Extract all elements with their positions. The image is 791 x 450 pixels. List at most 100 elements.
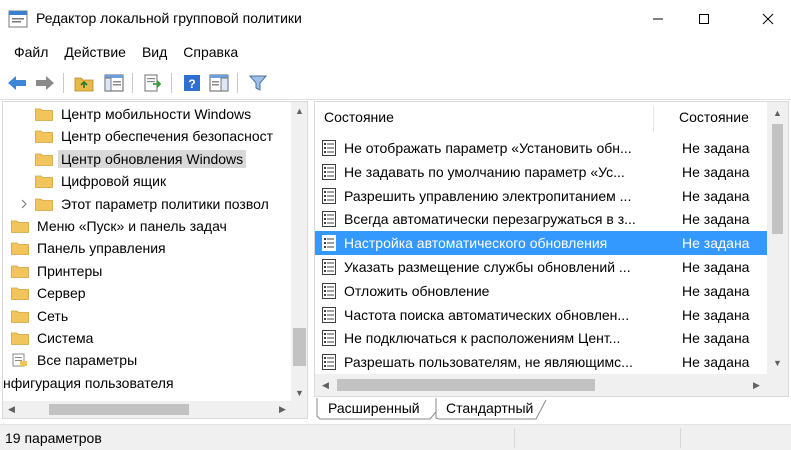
tree-item-label: Система	[37, 330, 94, 346]
policy-name: Всегда автоматически перезагружаться в з…	[344, 211, 636, 228]
scroll-down-arrow-icon[interactable]: ▼	[291, 384, 307, 401]
tree-item-label: Сервер	[37, 285, 86, 302]
tree-vertical-scrollbar[interactable]: ▲ ▼	[291, 102, 307, 401]
scroll-up-arrow-icon[interactable]: ▲	[291, 102, 307, 119]
menu-view[interactable]: Вид	[134, 38, 175, 66]
tree-item[interactable]: Этот параметр политики позвол	[21, 193, 269, 215]
policy-row[interactable]: Указать размещение службы обновлений ...…	[315, 255, 767, 279]
tree-item[interactable]: Цифровой ящик	[35, 170, 166, 192]
list-horizontal-scrollbar[interactable]: ◀ ▶	[315, 374, 767, 396]
policy-row[interactable]: Всегда автоматически перезагружаться в з…	[315, 207, 767, 231]
scroll-right-arrow-icon[interactable]: ▶	[274, 401, 291, 418]
scroll-thumb[interactable]	[293, 328, 306, 366]
close-button[interactable]	[745, 0, 791, 38]
status-text: 19 параметров	[5, 430, 102, 446]
folder-icon	[35, 108, 53, 121]
policy-state: Не задана	[682, 330, 750, 347]
tree-item[interactable]: Принтеры	[11, 260, 102, 282]
policy-setting-icon	[322, 259, 336, 275]
policy-setting-icon	[322, 282, 336, 299]
help-button[interactable]: ?	[180, 71, 204, 95]
status-separator	[680, 428, 681, 448]
policy-state: Не задана	[682, 354, 750, 371]
tree-item[interactable]: Центр обновления Windows	[35, 148, 247, 170]
folder-icon	[35, 198, 53, 211]
help-icon: ?	[184, 75, 200, 91]
menu-file[interactable]: Файл	[6, 38, 56, 66]
folder-icon	[11, 332, 29, 345]
tree-horizontal-scrollbar[interactable]: ◀ ▶	[3, 401, 291, 418]
tree-pane[interactable]: Центр мобильности Windows Центр обеспечен…	[2, 101, 308, 419]
policy-setting-icon	[322, 140, 336, 156]
tab-standard[interactable]: Стандартный	[440, 398, 539, 419]
tree-item[interactable]: Все параметры	[11, 349, 137, 371]
column-separator[interactable]	[653, 106, 654, 132]
policy-row[interactable]: Отложить обновление Не задана	[315, 279, 767, 303]
scroll-left-arrow-icon[interactable]: ◀	[317, 377, 334, 394]
policy-state: Не задана	[682, 259, 750, 275]
policy-row[interactable]: Не задавать по умолчанию параметр «Ус...…	[315, 160, 767, 184]
tree-item[interactable]: Панель управления	[11, 237, 166, 259]
scroll-thumb[interactable]	[772, 124, 783, 234]
forward-arrow-icon	[36, 76, 54, 90]
policy-row[interactable]: Разрешить управлению электропитанием ...…	[315, 184, 767, 208]
folder-icon	[11, 287, 29, 301]
minimize-button[interactable]	[635, 0, 681, 38]
chevron-right-icon[interactable]	[19, 198, 29, 210]
scroll-up-arrow-icon[interactable]: ▲	[769, 104, 786, 121]
menu-help[interactable]: Справка	[175, 38, 246, 66]
maximize-button[interactable]	[681, 0, 727, 38]
window-title: Редактор локальной групповой политики	[36, 10, 302, 26]
policy-row[interactable]: Частота поиска автоматических обновлен..…	[315, 303, 767, 327]
filter-icon	[249, 75, 267, 91]
policy-row[interactable]: Настройка автоматического обновления Не з…	[315, 231, 767, 256]
status-bar: 19 параметров	[0, 424, 791, 450]
policy-name: Разрешать пользователям, не являющимс...	[344, 354, 633, 371]
filter-button[interactable]	[246, 71, 270, 95]
tree-item-label: Центр обеспечения безопасност	[61, 128, 274, 145]
policy-setting-icon	[322, 163, 336, 180]
tree-item[interactable]: Меню «Пуск» и панель задач	[11, 215, 227, 237]
column-header-setting[interactable]: Состояние	[315, 102, 653, 132]
policy-state: Не задана	[682, 140, 750, 156]
show-hide-tree-button[interactable]	[102, 71, 126, 95]
tree-item[interactable]: Центр обеспечения безопасност	[35, 125, 273, 147]
scroll-thumb[interactable]	[49, 404, 189, 415]
scroll-thumb[interactable]	[337, 379, 595, 391]
folder-icon	[11, 242, 29, 256]
column-header-state[interactable]: Состояние	[670, 102, 770, 132]
tree-item[interactable]: Центр мобильности Windows	[35, 103, 251, 125]
properties-pane-button[interactable]	[207, 71, 231, 95]
tree-item-label: Цифровой ящик	[61, 173, 167, 190]
back-button[interactable]	[5, 71, 29, 95]
tree-item-label: Сеть	[37, 307, 69, 324]
list-vertical-scrollbar[interactable]: ▲ ▼	[767, 102, 788, 374]
policy-state: Не задана	[682, 235, 750, 252]
tree-item-label: Все параметры	[37, 352, 138, 369]
tree-item-label: Этот параметр политики позвол	[61, 195, 269, 212]
policy-row[interactable]: Не подключаться к расположениям Цент... Н…	[315, 326, 767, 350]
tree-item[interactable]: Сеть	[11, 305, 68, 327]
policy-state: Не задана	[682, 187, 750, 204]
folder-icon	[11, 265, 29, 278]
export-list-icon	[144, 74, 162, 92]
export-list-button[interactable]	[141, 71, 165, 95]
scroll-left-arrow-icon[interactable]: ◀	[3, 401, 20, 418]
maximize-icon	[699, 14, 709, 24]
policy-name: Частота поиска автоматических обновлен..…	[344, 306, 630, 323]
policy-list-pane[interactable]: Состояние Состояние Не отображать параме…	[314, 101, 789, 397]
up-folder-button[interactable]	[72, 71, 96, 95]
status-separator	[514, 428, 515, 448]
tab-extended[interactable]: Расширенный	[322, 398, 426, 419]
tree-item[interactable]: Система	[11, 327, 93, 349]
policy-row[interactable]: Не отображать параметр «Установить обн..…	[315, 136, 767, 160]
policy-setting-icon	[322, 330, 336, 347]
tree-item[interactable]: Сервер	[11, 282, 86, 304]
scroll-down-arrow-icon[interactable]: ▼	[769, 354, 786, 371]
policy-row[interactable]: Разрешать пользователям, не являющимс...…	[315, 350, 767, 374]
policy-setting-icon	[322, 235, 336, 252]
tree-item[interactable]: нфигурация пользователя	[3, 372, 174, 394]
menu-action[interactable]: Действие	[56, 38, 134, 66]
scroll-right-arrow-icon[interactable]: ▶	[748, 377, 765, 394]
forward-button[interactable]	[33, 71, 57, 95]
